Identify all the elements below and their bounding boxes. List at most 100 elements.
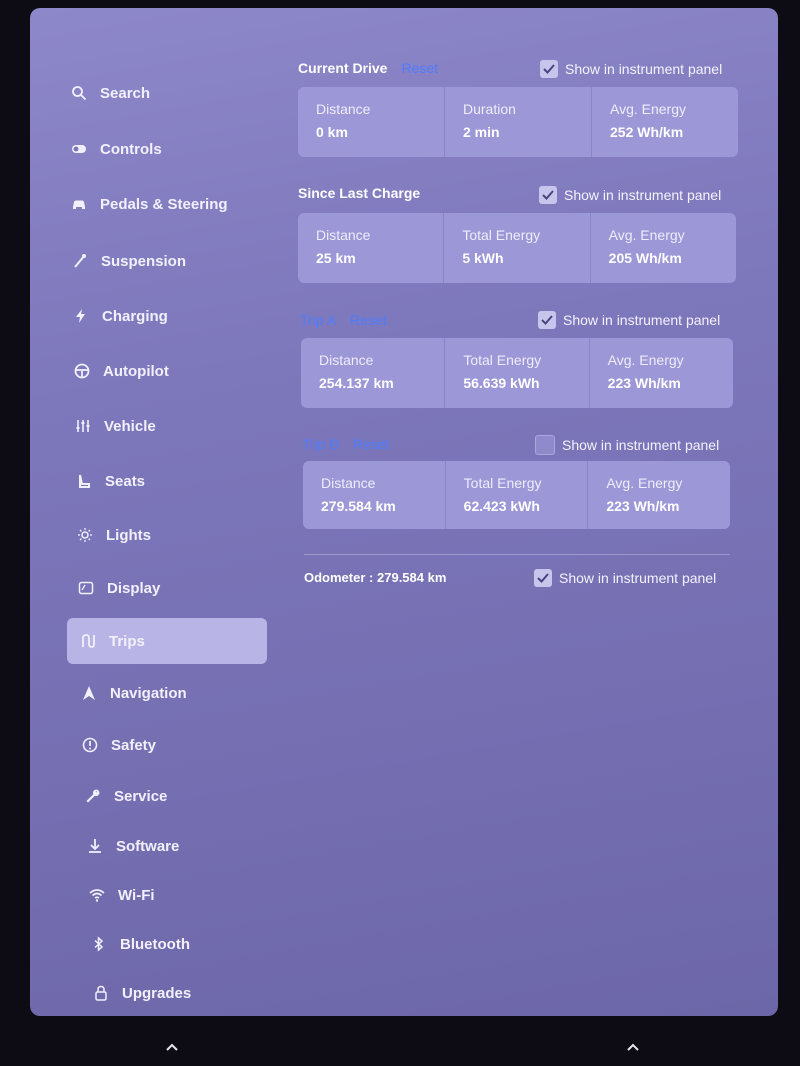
stat-label: Total Energy bbox=[463, 475, 542, 491]
current-drive-reset-link[interactable]: Reset bbox=[401, 60, 438, 76]
checkbox-unchecked-icon[interactable] bbox=[535, 435, 555, 455]
trip-b-stats: Distance 279.584 km Total Energy 62.423 kW… bbox=[303, 461, 730, 529]
toggle-icon bbox=[68, 138, 90, 160]
odometer-label: Odometer bbox=[304, 570, 366, 585]
show-label: Show in instrument panel bbox=[562, 437, 720, 453]
stat-value: 56.639 kWh bbox=[463, 375, 540, 391]
sun-icon bbox=[74, 524, 96, 546]
chevron-up-icon[interactable] bbox=[626, 1042, 640, 1052]
sidebar-item-label: Pedals & Steering bbox=[100, 195, 228, 213]
trip-b-show-toggle[interactable]: Show in instrument panel bbox=[535, 435, 719, 455]
car-icon bbox=[68, 193, 90, 215]
sidebar-item-safety[interactable]: Safety bbox=[79, 722, 156, 768]
divider bbox=[304, 554, 730, 555]
checkbox-checked-icon[interactable] bbox=[539, 186, 557, 204]
show-label: Show in instrument panel bbox=[559, 570, 717, 586]
stat-cell: Total Energy 62.423 kWh bbox=[446, 461, 589, 529]
current-drive-show-toggle[interactable]: Show in instrument panel bbox=[540, 60, 722, 78]
sidebar-item-label: Lights bbox=[106, 526, 151, 544]
sidebar-item-controls[interactable]: Controls bbox=[68, 126, 162, 172]
sidebar-item-service[interactable]: Service bbox=[82, 773, 167, 819]
sidebar-item-charging[interactable]: Charging bbox=[70, 293, 168, 339]
since-last-charge-header: Since Last Charge bbox=[298, 185, 420, 201]
trip-a-reset-link[interactable]: Reset bbox=[350, 312, 387, 328]
section-title: Current Drive bbox=[298, 60, 388, 76]
current-drive-header: Current Drive Reset bbox=[298, 60, 438, 76]
sidebar-item-navigation[interactable]: Navigation bbox=[78, 670, 187, 716]
since-last-charge-show-toggle[interactable]: Show in instrument panel bbox=[539, 186, 721, 204]
trip-b-reset-link[interactable]: Reset bbox=[353, 436, 390, 452]
stat-label: Avg. Energy bbox=[610, 101, 687, 117]
current-drive-stats: Distance 0 km Duration 2 min Avg. Energy 25… bbox=[298, 87, 738, 157]
wrench-icon bbox=[82, 785, 104, 807]
stat-label: Distance bbox=[321, 475, 376, 491]
stat-cell: Total Energy 56.639 kWh bbox=[445, 338, 590, 408]
stat-label: Distance bbox=[316, 101, 371, 117]
stat-value: 0 km bbox=[316, 124, 348, 140]
show-label: Show in instrument panel bbox=[564, 187, 722, 203]
sidebar-item-suspension[interactable]: Suspension bbox=[69, 238, 186, 284]
stat-cell: Distance 254.137 km bbox=[301, 338, 446, 408]
trip-b-title[interactable]: Trip B bbox=[302, 436, 339, 452]
sidebar-item-label: Display bbox=[107, 579, 161, 597]
sidebar-item-seats[interactable]: Seats bbox=[73, 458, 145, 504]
trip-a-header: Trip A Reset bbox=[300, 312, 387, 328]
sidebar-item-label: Search bbox=[100, 84, 151, 102]
bolt-icon bbox=[70, 305, 92, 327]
sidebar-item-upgrades[interactable]: Upgrades bbox=[90, 970, 191, 1016]
stat-value: 2 min bbox=[463, 124, 500, 140]
stat-value: 254.137 km bbox=[319, 375, 394, 391]
sidebar-item-label: Upgrades bbox=[122, 984, 192, 1002]
stat-cell: Avg. Energy 252 Wh/km bbox=[592, 87, 738, 157]
sidebar-item-label: Trips bbox=[109, 632, 145, 650]
stat-label: Total Energy bbox=[463, 352, 542, 368]
checkbox-checked-icon[interactable] bbox=[540, 60, 558, 78]
sidebar-item-display[interactable]: Display bbox=[75, 565, 160, 611]
checkbox-checked-icon[interactable] bbox=[538, 311, 556, 329]
sidebar-item-software[interactable]: Software bbox=[84, 823, 179, 869]
steering-wheel-icon bbox=[71, 360, 93, 382]
sidebar-item-label: Suspension bbox=[101, 252, 187, 270]
stat-cell: Total Energy 5 kWh bbox=[444, 213, 591, 283]
show-label: Show in instrument panel bbox=[563, 312, 721, 328]
stat-value: 223 Wh/km bbox=[607, 375, 681, 391]
sidebar-item-bluetooth[interactable]: Bluetooth bbox=[88, 921, 190, 967]
stat-value: 252 Wh/km bbox=[610, 124, 684, 140]
sidebar-item-wifi[interactable]: Wi-Fi bbox=[86, 872, 155, 918]
stat-value: 25 km bbox=[316, 250, 356, 266]
download-icon bbox=[84, 835, 106, 857]
trip-a-show-toggle[interactable]: Show in instrument panel bbox=[538, 311, 720, 329]
odometer-show-toggle[interactable]: Show in instrument panel bbox=[534, 569, 716, 587]
navigation-icon bbox=[78, 682, 100, 704]
suspension-icon bbox=[69, 250, 91, 272]
stat-cell: Distance 25 km bbox=[298, 213, 445, 283]
display-icon bbox=[75, 577, 97, 599]
bluetooth-icon bbox=[88, 933, 110, 955]
stat-label: Distance bbox=[316, 227, 371, 243]
stat-value: 5 kWh bbox=[462, 250, 504, 266]
sidebar-item-label: Safety bbox=[111, 736, 157, 754]
stat-cell: Avg. Energy 205 Wh/km bbox=[591, 213, 736, 283]
sidebar-item-label: Service bbox=[114, 787, 168, 805]
sidebar-item-label: Navigation bbox=[110, 684, 187, 702]
stat-value: 62.423 kWh bbox=[463, 498, 540, 514]
stat-cell: Distance 0 km bbox=[298, 87, 445, 157]
sidebar-item-trips[interactable]: Trips bbox=[67, 618, 267, 664]
stat-label: Avg. Energy bbox=[608, 227, 685, 243]
stat-value: 205 Wh/km bbox=[608, 250, 682, 266]
chevron-up-icon[interactable] bbox=[165, 1042, 179, 1052]
sidebar-item-vehicle[interactable]: Vehicle bbox=[72, 403, 156, 449]
trip-a-title[interactable]: Trip A bbox=[300, 312, 336, 328]
sidebar-item-autopilot[interactable]: Autopilot bbox=[71, 348, 169, 394]
sidebar-item-lights[interactable]: Lights bbox=[74, 512, 151, 558]
sidebar-item-search[interactable]: Search bbox=[68, 70, 150, 116]
stat-label: Duration bbox=[463, 101, 516, 117]
sidebar-item-label: Autopilot bbox=[103, 362, 169, 380]
stat-value: 223 Wh/km bbox=[606, 498, 680, 514]
sidebar-item-label: Seats bbox=[105, 472, 146, 490]
sidebar-item-pedals-steering[interactable]: Pedals & Steering bbox=[68, 181, 228, 227]
settings-sidebar: Search Controls Pedals & Steering Suspen… bbox=[30, 8, 280, 1016]
odometer-readout: Odometer : 279.584 km bbox=[304, 570, 446, 585]
checkbox-checked-icon[interactable] bbox=[534, 569, 552, 587]
stat-label: Distance bbox=[319, 352, 374, 368]
